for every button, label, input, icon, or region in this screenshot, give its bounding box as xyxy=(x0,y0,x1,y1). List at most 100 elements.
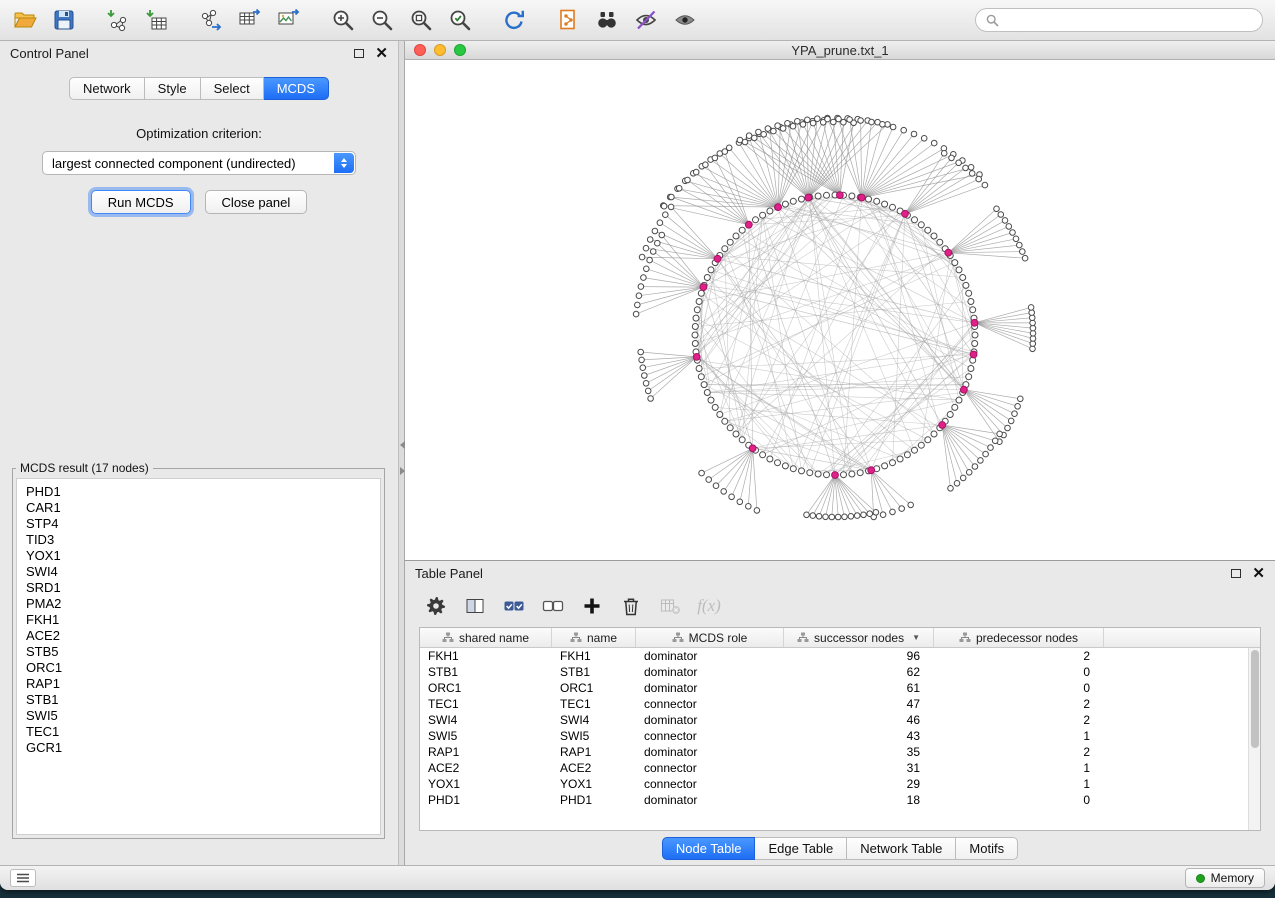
window-maximize-icon[interactable] xyxy=(454,44,466,56)
graphics-details-icon[interactable] xyxy=(633,7,659,33)
menu-icon[interactable] xyxy=(10,869,36,887)
table-cell: dominator xyxy=(636,713,784,727)
table-cell: 2 xyxy=(934,697,1104,711)
settings-icon[interactable] xyxy=(425,595,447,617)
table-body: FKH1FKH1dominator962STB1STB1dominator620… xyxy=(420,648,1260,830)
show-hide-icon[interactable] xyxy=(672,7,698,33)
mcds-node-item[interactable]: TID3 xyxy=(26,532,371,548)
mcds-node-item[interactable]: SWI5 xyxy=(26,708,371,724)
splitter-collapse-icon[interactable] xyxy=(399,441,405,475)
column-header-name[interactable]: name xyxy=(552,628,636,647)
add-icon[interactable] xyxy=(581,595,603,617)
refresh-icon[interactable] xyxy=(501,7,527,33)
mcds-node-item[interactable]: FKH1 xyxy=(26,612,371,628)
export-table-icon[interactable] xyxy=(237,7,263,33)
deselect-all-icon[interactable] xyxy=(542,595,564,617)
column-header-shared-name[interactable]: shared name xyxy=(420,628,552,647)
table-cell: 0 xyxy=(934,665,1104,679)
zoom-out-icon[interactable] xyxy=(369,7,395,33)
zoom-in-icon[interactable] xyxy=(330,7,356,33)
import-table-icon[interactable] xyxy=(144,7,170,33)
mcds-node-item[interactable]: TEC1 xyxy=(26,724,371,740)
export-image-icon[interactable] xyxy=(276,7,302,33)
table-row[interactable]: SWI5SWI5connector431 xyxy=(420,728,1260,744)
right-column: YPA_prune.txt_1 Table Panel ✕ f(x) share… xyxy=(405,41,1275,865)
mcds-node-item[interactable]: STB1 xyxy=(26,692,371,708)
window-close-icon[interactable] xyxy=(414,44,426,56)
zoom-selected-icon[interactable] xyxy=(447,7,473,33)
table-cell: TEC1 xyxy=(420,697,552,711)
table-row[interactable]: TEC1TEC1connector472 xyxy=(420,696,1260,712)
search-input[interactable] xyxy=(1005,12,1252,29)
window-minimize-icon[interactable] xyxy=(434,44,446,56)
table-tab-edge-table[interactable]: Edge Table xyxy=(755,837,847,860)
mcds-node-item[interactable]: GCR1 xyxy=(26,740,371,756)
import-network-icon[interactable] xyxy=(105,7,131,33)
float-panel-icon[interactable] xyxy=(354,49,364,58)
table-row[interactable]: YOX1YOX1connector291 xyxy=(420,776,1260,792)
mcds-node-item[interactable]: ORC1 xyxy=(26,660,371,676)
export-network-icon[interactable] xyxy=(198,7,224,33)
mcds-node-item[interactable]: SWI4 xyxy=(26,564,371,580)
table-cell: 18 xyxy=(784,793,934,807)
open-file-icon[interactable] xyxy=(12,7,38,33)
column-header-MCDS-role[interactable]: MCDS role xyxy=(636,628,784,647)
table-row[interactable]: SWI4SWI4dominator462 xyxy=(420,712,1260,728)
table-cell: 0 xyxy=(934,681,1104,695)
float-table-panel-icon[interactable] xyxy=(1231,569,1241,578)
binoculars-icon[interactable] xyxy=(594,7,620,33)
table-row[interactable]: FKH1FKH1dominator962 xyxy=(420,648,1260,664)
table-cell: dominator xyxy=(636,681,784,695)
close-control-panel-icon[interactable]: ✕ xyxy=(375,46,388,61)
table-row[interactable]: ACE2ACE2connector311 xyxy=(420,760,1260,776)
memory-button[interactable]: Memory xyxy=(1185,868,1265,888)
mcds-node-item[interactable]: STP4 xyxy=(26,516,371,532)
table-cell: PHD1 xyxy=(420,793,552,807)
main-content: Control Panel ✕ NetworkStyleSelectMCDS O… xyxy=(0,41,1275,865)
tab-mcds[interactable]: MCDS xyxy=(264,77,329,100)
tab-style[interactable]: Style xyxy=(145,77,201,100)
close-table-panel-icon[interactable]: ✕ xyxy=(1252,566,1265,581)
table-scrollbar[interactable] xyxy=(1248,648,1260,830)
table-row[interactable]: PHD1PHD1dominator180 xyxy=(420,792,1260,808)
search-box[interactable] xyxy=(975,8,1263,32)
table-row[interactable]: RAP1RAP1dominator352 xyxy=(420,744,1260,760)
tab-select[interactable]: Select xyxy=(201,77,264,100)
table-cell: SWI5 xyxy=(552,729,636,743)
mcds-node-item[interactable]: SRD1 xyxy=(26,580,371,596)
column-header-successor-nodes[interactable]: successor nodes▼ xyxy=(784,628,934,647)
mcds-node-item[interactable]: YOX1 xyxy=(26,548,371,564)
tab-network[interactable]: Network xyxy=(69,77,145,100)
table-row[interactable]: STB1STB1dominator620 xyxy=(420,664,1260,680)
scrollbar-thumb[interactable] xyxy=(1251,650,1259,748)
panel-splitter[interactable] xyxy=(398,41,405,865)
table-tab-network-table[interactable]: Network Table xyxy=(847,837,956,860)
mcds-node-item[interactable]: PMA2 xyxy=(26,596,371,612)
network-canvas[interactable] xyxy=(405,60,1275,560)
select-all-icon[interactable] xyxy=(503,595,525,617)
table-tab-motifs[interactable]: Motifs xyxy=(956,837,1018,860)
run-mcds-button[interactable]: Run MCDS xyxy=(91,190,191,214)
close-panel-button[interactable]: Close panel xyxy=(205,190,308,214)
mcds-node-item[interactable]: CAR1 xyxy=(26,500,371,516)
columns-icon[interactable] xyxy=(464,595,486,617)
table-row[interactable]: ORC1ORC1dominator610 xyxy=(420,680,1260,696)
table-tab-node-table[interactable]: Node Table xyxy=(662,837,756,860)
delete-icon[interactable] xyxy=(620,595,642,617)
table-cell: 43 xyxy=(784,729,934,743)
table-cell: RAP1 xyxy=(420,745,552,759)
mcds-node-item[interactable]: PHD1 xyxy=(26,484,371,500)
save-icon[interactable] xyxy=(51,7,77,33)
table-cell: ORC1 xyxy=(552,681,636,695)
mcds-node-item[interactable]: STB5 xyxy=(26,644,371,660)
mcds-result-list[interactable]: PHD1CAR1STP4TID3YOX1SWI4SRD1PMA2FKH1ACE2… xyxy=(16,478,381,835)
dropdown-stepper-icon xyxy=(334,153,354,173)
mcds-node-item[interactable]: RAP1 xyxy=(26,676,371,692)
column-header-predecessor-nodes[interactable]: predecessor nodes xyxy=(934,628,1104,647)
mcds-node-item[interactable]: ACE2 xyxy=(26,628,371,644)
delete-column-icon xyxy=(659,595,681,617)
table-cell: connector xyxy=(636,777,784,791)
zoom-fit-icon[interactable] xyxy=(408,7,434,33)
criterion-dropdown[interactable]: largest connected component (undirected) xyxy=(42,151,356,175)
export-web-icon[interactable] xyxy=(555,7,581,33)
